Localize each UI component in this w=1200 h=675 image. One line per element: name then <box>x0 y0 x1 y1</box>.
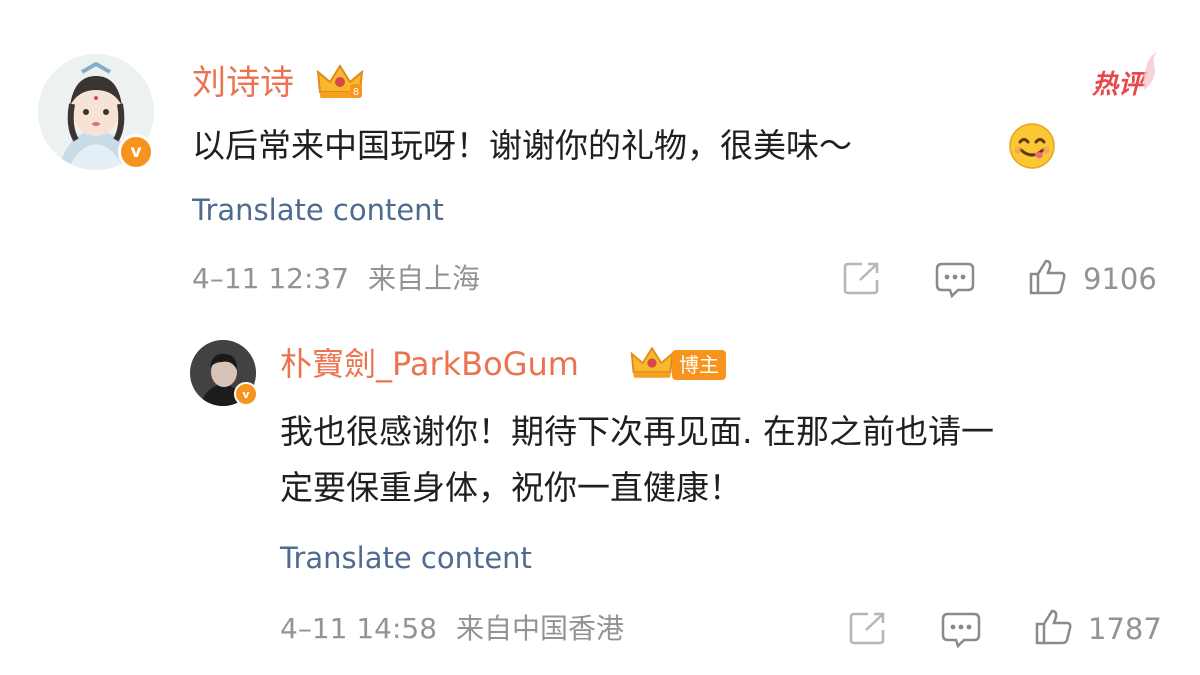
hot-comment-badge: 热评 <box>1092 70 1145 100</box>
like-count: 9106 <box>1083 262 1157 296</box>
reply-meta: 4–11 14:58 来自中国香港 <box>280 612 624 646</box>
reply-author[interactable]: 朴寶劍_ParkBoGum <box>280 344 579 384</box>
like-button[interactable] <box>1028 258 1068 300</box>
hot-flame-icon <box>1138 52 1164 96</box>
svg-text:8: 8 <box>353 87 359 98</box>
comment-date: 4–11 12:37 <box>192 262 350 295</box>
like-icon <box>1029 259 1066 295</box>
comment-icon[interactable] <box>940 610 982 652</box>
reply-text-line1: 我也很感谢你！期待下次再见面. 在那之前也请一 <box>280 412 994 451</box>
emoji-yum-icon <box>1008 122 1056 174</box>
translate-link[interactable]: Translate content <box>280 540 532 576</box>
crown-icon: 8 <box>314 62 366 106</box>
verified-icon: v <box>234 382 258 406</box>
reply-location: 来自中国香港 <box>455 612 624 645</box>
comment-text-body: 以后常来中国玩呀！谢谢你的礼物，很美味～ <box>192 126 852 165</box>
avatar-liushishi[interactable]: v <box>38 54 154 170</box>
share-icon[interactable] <box>842 260 882 300</box>
translate-link[interactable]: Translate content <box>192 192 444 228</box>
like-count: 1787 <box>1088 612 1162 646</box>
reply-text-line2: 定要保重身体，祝你一直健康！ <box>280 468 742 507</box>
like-icon <box>1035 609 1072 645</box>
comment-location: 来自上海 <box>367 262 480 295</box>
share-icon[interactable] <box>848 610 888 650</box>
reply-text: 我也很感谢你！期待下次再见面. 在那之前也请一 定要保重身体，祝你一直健康！ <box>280 404 994 516</box>
verified-icon: v <box>118 134 154 170</box>
comment-meta: 4–11 12:37 来自上海 <box>192 262 480 296</box>
reply-date: 4–11 14:58 <box>280 612 438 645</box>
crown-icon <box>628 344 676 386</box>
comment-author[interactable]: 刘诗诗 <box>192 62 294 104</box>
comment-icon[interactable] <box>934 260 976 302</box>
avatar-parkbogum[interactable]: v <box>190 340 258 406</box>
like-button[interactable] <box>1034 608 1074 650</box>
blogger-badge: 博主 <box>672 350 726 380</box>
comment-text: 以后常来中国玩呀！谢谢你的礼物，很美味～ <box>192 124 852 168</box>
